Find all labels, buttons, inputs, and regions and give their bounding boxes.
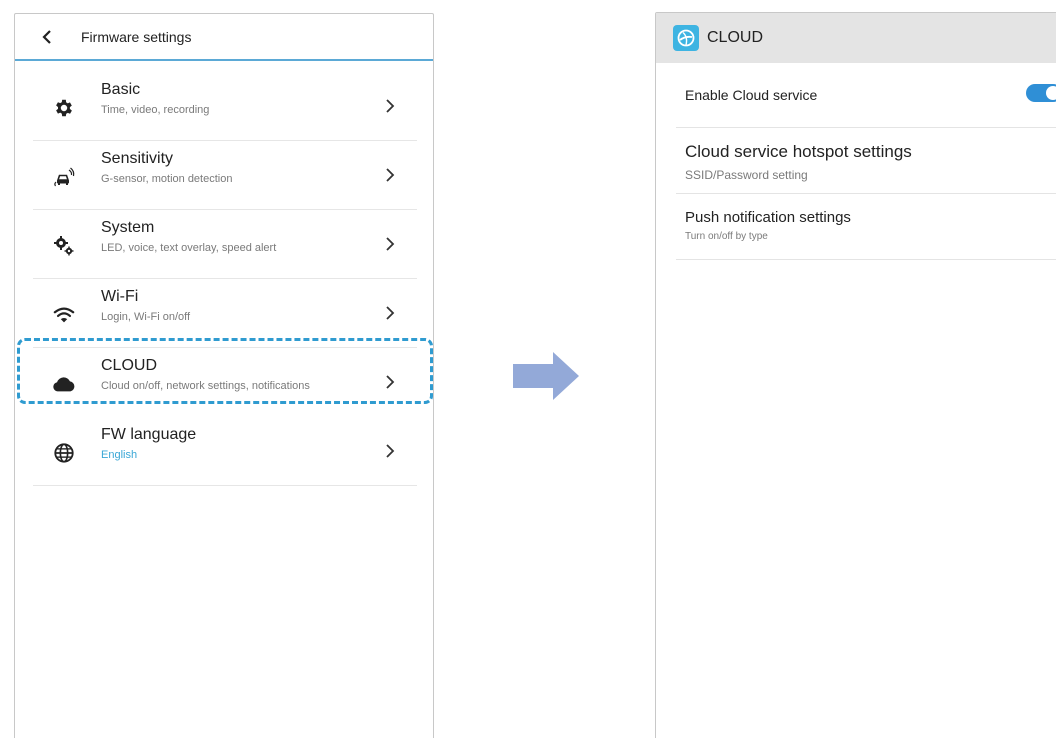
toggle-knob xyxy=(1046,86,1056,100)
cloud-settings-screen: CLOUD Enable Cloud service Cloud service… xyxy=(655,12,1056,738)
firmware-settings-header: Firmware settings xyxy=(15,14,433,61)
cloud-icon xyxy=(52,372,76,396)
menu-item-title: Wi-Fi xyxy=(101,288,139,305)
chevron-right-icon xyxy=(384,167,396,183)
setting-subtitle: Turn on/off by type xyxy=(685,231,768,242)
cloud-settings-header: CLOUD xyxy=(656,13,1056,63)
gears-icon xyxy=(52,234,76,258)
menu-item-subtitle: G-sensor, motion detection xyxy=(101,173,233,185)
chevron-right-icon xyxy=(384,374,396,390)
menu-item-subtitle: English xyxy=(101,449,138,461)
menu-item-title: Sensitivity xyxy=(101,150,174,167)
push-notification-row[interactable]: Push notification settings Turn on/off b… xyxy=(676,194,1056,260)
app-logo-icon xyxy=(673,25,699,51)
menu-item-subtitle: LED, voice, text overlay, speed alert xyxy=(101,242,277,254)
menu-item-subtitle: Time, video, recording xyxy=(101,104,210,116)
chevron-right-icon xyxy=(384,443,396,459)
chevron-right-icon xyxy=(384,305,396,321)
setting-title: Push notification settings xyxy=(685,209,851,226)
menu-item-cloud[interactable]: CLOUD Cloud on/off, network settings, no… xyxy=(33,348,417,417)
menu-item-subtitle: Login, Wi-Fi on/off xyxy=(101,311,191,323)
settings-menu: Basic Time, video, recording Sensitivity xyxy=(33,72,417,486)
menu-item-title: System xyxy=(101,219,155,236)
menu-item-title: CLOUD xyxy=(101,357,158,374)
menu-item-system[interactable]: System LED, voice, text overlay, speed a… xyxy=(33,210,417,279)
car-sensor-icon xyxy=(52,165,76,189)
menu-item-fw-language[interactable]: FW language English xyxy=(33,417,417,486)
enable-cloud-toggle[interactable] xyxy=(1026,84,1056,102)
chevron-right-icon xyxy=(384,236,396,252)
menu-item-subtitle: Cloud on/off, network settings, notifica… xyxy=(101,380,310,392)
firmware-settings-screen: Firmware settings Basic Time, video, rec… xyxy=(14,13,434,738)
menu-item-title: Basic xyxy=(101,81,141,98)
menu-item-title: FW language xyxy=(101,426,197,443)
chevron-right-icon xyxy=(384,98,396,114)
setting-title: Enable Cloud service xyxy=(685,87,818,103)
globe-icon xyxy=(52,441,76,465)
menu-item-wifi[interactable]: Wi-Fi Login, Wi-Fi on/off xyxy=(33,279,417,348)
page-title: CLOUD xyxy=(707,29,764,46)
right-arrow-icon xyxy=(513,352,579,400)
hotspot-settings-row[interactable]: Cloud service hotspot settings SSID/Pass… xyxy=(676,128,1056,194)
enable-cloud-row[interactable]: Enable Cloud service xyxy=(676,63,1056,128)
gear-icon xyxy=(52,96,76,120)
wifi-icon xyxy=(52,303,76,327)
menu-item-sensitivity[interactable]: Sensitivity G-sensor, motion detection xyxy=(33,141,417,210)
setting-title: Cloud service hotspot settings xyxy=(685,142,912,161)
setting-subtitle: SSID/Password setting xyxy=(685,168,808,182)
chevron-left-icon[interactable] xyxy=(39,29,55,45)
page-title: Firmware settings xyxy=(81,28,192,45)
menu-item-basic[interactable]: Basic Time, video, recording xyxy=(33,72,417,141)
